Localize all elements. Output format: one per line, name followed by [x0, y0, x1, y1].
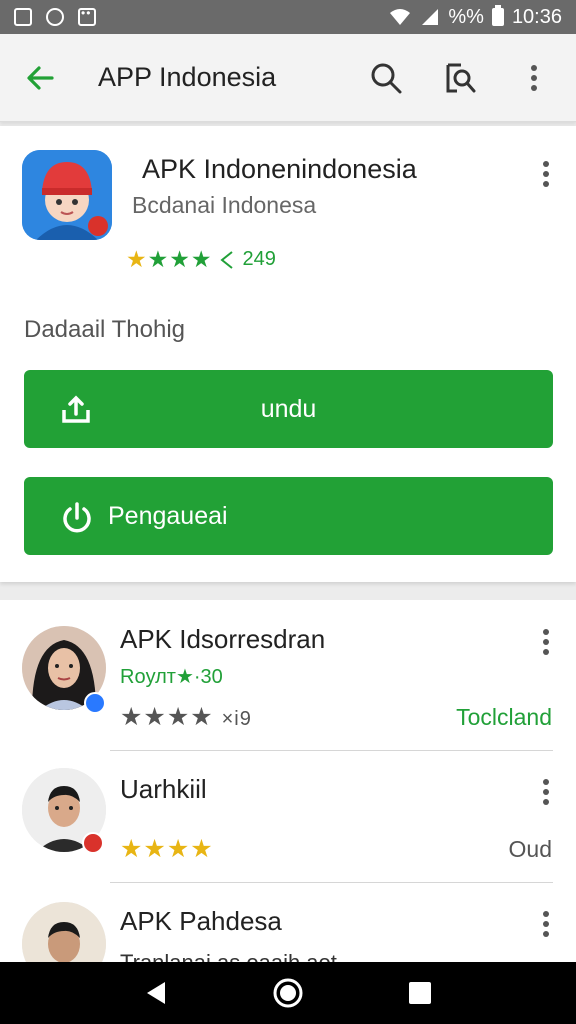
- nav-back-button[interactable]: [134, 971, 178, 1015]
- download-button[interactable]: undu: [24, 370, 553, 448]
- item-rating-stars: ★★★★: [120, 835, 214, 863]
- page-title: APP Indonesia: [98, 62, 277, 92]
- signal-icon: [422, 9, 439, 25]
- app-icon[interactable]: [22, 150, 112, 240]
- search-icon: [371, 63, 402, 93]
- search-button[interactable]: [364, 56, 408, 100]
- man-avatar-image: [22, 902, 106, 962]
- item-status: Toclcland: [456, 704, 552, 730]
- item-subtitle: Tranlanai as oaaih aot: [120, 950, 337, 962]
- install-label: Pengaueai: [108, 501, 228, 530]
- clock: 10:36: [511, 5, 562, 28]
- wifi-icon: [390, 9, 411, 25]
- related-apps-list: APK Idsorresdran Roулт★·30 ★★★★ ×i9 Tocl…: [0, 600, 576, 962]
- item-status: Oud: [508, 836, 552, 862]
- message-notification-icon: [78, 6, 96, 26]
- arrow-back-icon: [27, 65, 54, 90]
- item-overflow-button[interactable]: [531, 772, 561, 812]
- more-vert-icon: [543, 911, 549, 937]
- item-title: Uarhkiil: [120, 774, 207, 804]
- divider: [110, 750, 553, 751]
- power-icon: [63, 502, 91, 533]
- download-label: undu: [260, 394, 317, 423]
- battery-icon: [491, 5, 504, 26]
- rating-stars: ★★★★: [126, 246, 213, 272]
- more-vert-icon: [531, 64, 537, 91]
- download-icon: [62, 395, 90, 423]
- square-recents-icon: [409, 982, 431, 1004]
- verified-badge-icon: [84, 692, 106, 714]
- app-badge-icon: [82, 832, 104, 854]
- status-bar: %% 10:36: [0, 0, 576, 34]
- item-title: APK Pahdesa: [120, 906, 282, 936]
- app-detail-card: APK Indonenindonesia Bcdanai Indonesa ★★…: [0, 126, 576, 582]
- app-logo-illustration: [22, 150, 112, 240]
- app-notification-icon: [46, 8, 64, 26]
- more-vert-icon: [543, 779, 549, 805]
- avatar: [22, 902, 106, 962]
- nav-recents-button[interactable]: [398, 971, 442, 1015]
- app-overflow-button[interactable]: [531, 154, 561, 194]
- image-notification-icon: [14, 8, 32, 26]
- divider: [110, 882, 553, 883]
- app-developer[interactable]: Bcdanai Indonesa: [132, 192, 316, 219]
- item-overflow-button[interactable]: [531, 622, 561, 662]
- item-rating-text: ×i9: [221, 708, 252, 730]
- share-icon: [220, 250, 234, 269]
- back-button[interactable]: [0, 34, 80, 122]
- install-button[interactable]: Pengaueai: [24, 477, 553, 555]
- image-search-icon: [446, 63, 476, 92]
- item-rating: ★★★★ ×i9: [120, 702, 252, 732]
- more-vert-icon: [543, 629, 549, 655]
- more-vert-icon: [543, 161, 549, 187]
- item-overflow-button[interactable]: [531, 904, 561, 944]
- rating-row: ★★★★ 249: [126, 246, 276, 273]
- details-label: Dadaail Thohig: [24, 316, 186, 343]
- nav-home-button[interactable]: [266, 971, 310, 1015]
- item-rating-stars: ★★★★: [120, 703, 214, 731]
- notification-icons: [14, 6, 96, 26]
- overflow-menu-button[interactable]: [512, 56, 556, 100]
- app-bar: APP Indonesia: [0, 34, 576, 122]
- item-subtitle: Roулт★·30: [120, 666, 223, 688]
- system-nav-bar: [0, 962, 576, 1024]
- image-search-button[interactable]: [438, 56, 482, 100]
- rating-count: 249: [242, 248, 276, 270]
- triangle-back-icon: [147, 982, 165, 1004]
- home-circle-icon: [273, 978, 303, 1008]
- item-title: APK Idsorresdran: [120, 624, 326, 654]
- battery-percent: %%: [448, 5, 484, 28]
- app-title: APK Indonenindonesia: [142, 154, 417, 184]
